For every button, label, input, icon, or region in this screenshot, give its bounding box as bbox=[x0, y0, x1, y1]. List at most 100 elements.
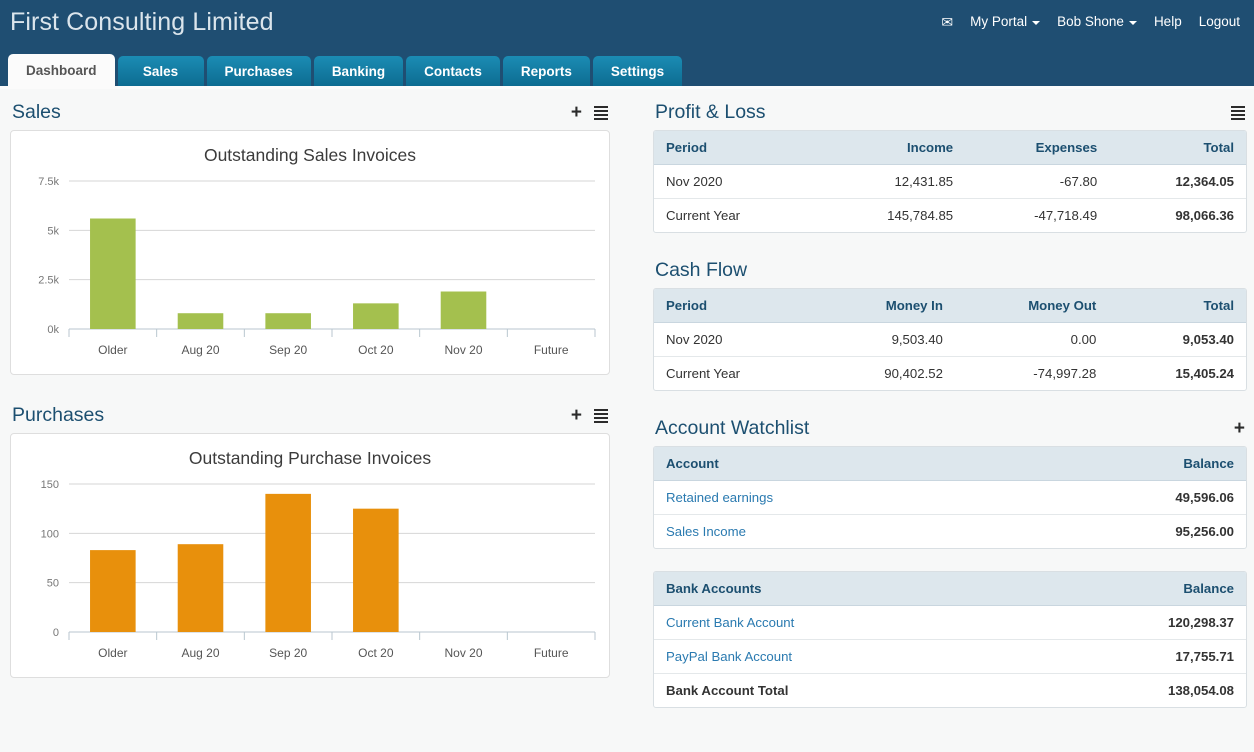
account-link[interactable]: Sales Income bbox=[666, 524, 746, 539]
bar[interactable] bbox=[265, 313, 311, 329]
spacer bbox=[653, 391, 1247, 410]
cash-flow-title: Cash Flow bbox=[655, 259, 747, 282]
bank-accounts-table-wrap: Bank Accounts Balance Current Bank Accou… bbox=[653, 571, 1247, 708]
tab-banking[interactable]: Banking bbox=[314, 56, 403, 86]
cell-expenses: -47,718.49 bbox=[965, 199, 1109, 233]
profit-loss-table-wrap: Period Income Expenses Total Nov 2020 12… bbox=[653, 130, 1247, 233]
purchases-chart-title: Outstanding Purchase Invoices bbox=[11, 434, 609, 469]
cell-account: PayPal Bank Account bbox=[654, 640, 1026, 674]
bar[interactable] bbox=[90, 550, 136, 632]
bank-account-link[interactable]: PayPal Bank Account bbox=[666, 649, 792, 664]
spacer bbox=[10, 375, 610, 397]
table-header-row: Account Balance bbox=[654, 447, 1246, 481]
table-row: Current Year 145,784.85 -47,718.49 98,06… bbox=[654, 199, 1246, 233]
add-sales-button[interactable]: + bbox=[571, 103, 582, 122]
bar[interactable] bbox=[265, 494, 311, 632]
cell-income: 145,784.85 bbox=[816, 199, 965, 233]
x-axis-tick-label: Future bbox=[534, 646, 569, 660]
column-expenses: Expenses bbox=[965, 131, 1109, 165]
bar[interactable] bbox=[353, 509, 399, 632]
help-link[interactable]: Help bbox=[1154, 14, 1182, 29]
my-portal-menu[interactable]: My Portal bbox=[970, 14, 1040, 29]
sales-panel-title: Sales bbox=[12, 101, 61, 124]
logout-link[interactable]: Logout bbox=[1199, 14, 1240, 29]
cell-money-in: 90,402.52 bbox=[817, 357, 955, 391]
bar[interactable] bbox=[441, 292, 487, 329]
bar[interactable] bbox=[353, 303, 399, 329]
cell-total: 15,405.24 bbox=[1108, 357, 1246, 391]
account-watchlist-table-wrap: Account Balance Retained earnings 49,596… bbox=[653, 446, 1247, 549]
main-tab-bar: Dashboard Sales Purchases Banking Contac… bbox=[0, 52, 1254, 86]
table-row: Sales Income 95,256.00 bbox=[654, 515, 1246, 549]
table-row: Nov 2020 12,431.85 -67.80 12,364.05 bbox=[654, 165, 1246, 199]
table-row: Retained earnings 49,596.06 bbox=[654, 481, 1246, 515]
profit-loss-title: Profit & Loss bbox=[655, 101, 766, 124]
x-axis-tick-label: Sep 20 bbox=[269, 343, 307, 357]
chevron-down-icon bbox=[1032, 21, 1040, 25]
account-watchlist-table: Account Balance Retained earnings 49,596… bbox=[654, 447, 1246, 548]
y-axis-tick-label: 100 bbox=[41, 528, 59, 540]
cell-account: Sales Income bbox=[654, 515, 1017, 549]
purchases-panel-header: Purchases + bbox=[10, 397, 610, 433]
cell-money-out: 0.00 bbox=[955, 323, 1108, 357]
tab-reports[interactable]: Reports bbox=[503, 56, 590, 86]
cash-flow-table: Period Money In Money Out Total Nov 2020… bbox=[654, 289, 1246, 390]
cash-flow-header: Cash Flow bbox=[653, 252, 1247, 288]
bank-total-label: Bank Account Total bbox=[654, 674, 1026, 708]
account-link[interactable]: Retained earnings bbox=[666, 490, 773, 505]
cell-period: Nov 2020 bbox=[654, 323, 817, 357]
left-column: Sales + Outstanding Sales Invoices 0k2.5… bbox=[10, 94, 610, 678]
account-watchlist-title: Account Watchlist bbox=[655, 417, 809, 440]
column-balance: Balance bbox=[1026, 572, 1246, 606]
cell-period: Current Year bbox=[654, 199, 816, 233]
sales-panel-header: Sales + bbox=[10, 94, 610, 130]
y-axis-tick-label: 50 bbox=[47, 578, 59, 590]
table-row: PayPal Bank Account 17,755.71 bbox=[654, 640, 1246, 674]
bar[interactable] bbox=[90, 218, 136, 329]
column-period: Period bbox=[654, 289, 817, 323]
user-menu[interactable]: Bob Shone bbox=[1057, 14, 1137, 29]
account-watchlist-header: Account Watchlist + bbox=[653, 410, 1247, 446]
spacer bbox=[653, 233, 1247, 252]
table-header-row: Period Money In Money Out Total bbox=[654, 289, 1246, 323]
tab-underline bbox=[0, 86, 1254, 89]
cash-flow-table-wrap: Period Money In Money Out Total Nov 2020… bbox=[653, 288, 1247, 391]
tab-contacts[interactable]: Contacts bbox=[406, 56, 500, 86]
tab-sales[interactable]: Sales bbox=[118, 56, 204, 86]
column-income: Income bbox=[816, 131, 965, 165]
add-purchase-button[interactable]: + bbox=[571, 406, 582, 425]
profit-loss-list-icon[interactable] bbox=[1231, 106, 1245, 119]
bank-account-link[interactable]: Current Bank Account bbox=[666, 615, 794, 630]
cell-period: Current Year bbox=[654, 357, 817, 391]
purchases-panel-title: Purchases bbox=[12, 404, 104, 427]
cell-income: 12,431.85 bbox=[816, 165, 965, 199]
y-axis-tick-label: 150 bbox=[41, 479, 59, 491]
sales-list-icon[interactable] bbox=[594, 106, 608, 119]
my-portal-label: My Portal bbox=[970, 14, 1027, 29]
purchases-list-icon[interactable] bbox=[594, 409, 608, 422]
tab-purchases[interactable]: Purchases bbox=[207, 56, 311, 86]
table-row: Current Bank Account 120,298.37 bbox=[654, 606, 1246, 640]
account-watchlist-tools: + bbox=[1234, 419, 1245, 438]
bar[interactable] bbox=[178, 313, 224, 329]
table-row-total: Bank Account Total 138,054.08 bbox=[654, 674, 1246, 708]
messages-icon[interactable]: ✉ bbox=[941, 15, 953, 29]
purchases-chart-card: Outstanding Purchase Invoices 050100150O… bbox=[10, 433, 610, 678]
x-axis-tick-label: Oct 20 bbox=[358, 646, 394, 660]
tab-dashboard[interactable]: Dashboard bbox=[8, 54, 115, 86]
cell-money-out: -74,997.28 bbox=[955, 357, 1108, 391]
x-axis-tick-label: Aug 20 bbox=[181, 343, 219, 357]
cell-total: 9,053.40 bbox=[1108, 323, 1246, 357]
bank-total-value: 138,054.08 bbox=[1026, 674, 1246, 708]
x-axis-tick-label: Sep 20 bbox=[269, 646, 307, 660]
top-navigation: ✉ My Portal Bob Shone Help Logout bbox=[941, 14, 1240, 29]
right-column: Profit & Loss Period Income Expenses Tot… bbox=[653, 94, 1247, 708]
bar[interactable] bbox=[178, 544, 224, 632]
add-watchlist-account-button[interactable]: + bbox=[1234, 419, 1245, 438]
table-header-row: Period Income Expenses Total bbox=[654, 131, 1246, 165]
table-header-row: Bank Accounts Balance bbox=[654, 572, 1246, 606]
cell-balance: 17,755.71 bbox=[1026, 640, 1246, 674]
tab-settings[interactable]: Settings bbox=[593, 56, 682, 86]
x-axis-tick-label: Nov 20 bbox=[444, 646, 482, 660]
sales-chart-title: Outstanding Sales Invoices bbox=[11, 131, 609, 166]
